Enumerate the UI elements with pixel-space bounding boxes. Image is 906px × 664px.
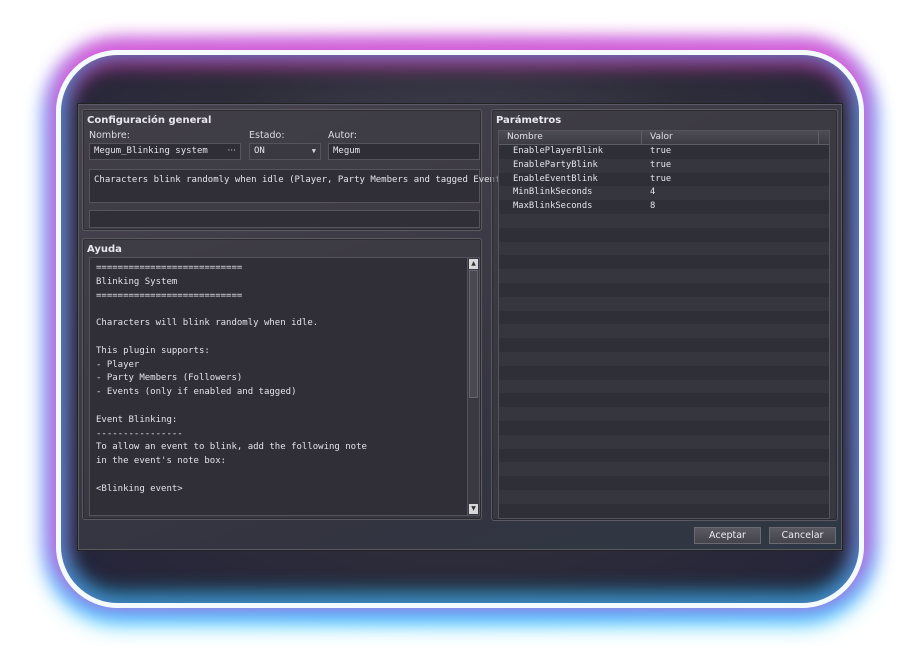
table-row-empty [499,283,829,297]
table-row[interactable]: EnablePlayerBlink true [499,145,829,159]
column-header-value[interactable]: Valor [642,131,819,144]
param-value-cell: true [650,173,672,184]
extra-field[interactable] [89,210,480,228]
param-value-cell: true [650,159,672,170]
status-label: Estado: [249,130,285,141]
general-config-title: Configuración general [87,115,212,126]
table-row[interactable]: EnablePartyBlink true [499,159,829,173]
param-name-cell: EnablePlayerBlink [513,146,604,156]
accept-button[interactable]: Aceptar [694,527,761,544]
table-row-empty [499,366,829,380]
table-row-empty [499,228,829,242]
help-text-area[interactable]: =========================== Blinking Sys… [89,257,480,516]
table-row-empty [499,255,829,269]
author-value: Megum [333,146,361,156]
table-row-empty [499,242,829,256]
param-value-cell: 4 [650,187,656,198]
table-row-empty [499,269,829,283]
general-config-panel: Configuración general Nombre: Megum_Blin… [82,109,517,231]
name-browse-button[interactable]: ··· [227,144,236,159]
table-row-empty [499,435,829,449]
help-text: =========================== Blinking Sys… [96,263,367,515]
author-label: Autor: [328,130,357,141]
table-row-empty [499,490,829,504]
param-name-cell: MaxBlinkSeconds [513,201,593,212]
table-row-empty [499,449,829,463]
table-row[interactable]: EnableEventBlink true [499,173,829,187]
author-field[interactable]: Megum [328,143,480,160]
table-header: Nombre Valor [499,131,829,145]
description-field[interactable]: Characters blink randomly when idle (Pla… [89,169,517,203]
status-select[interactable]: ON ▼ [249,143,321,160]
table-row-empty [499,338,829,352]
table-row-empty [499,311,829,325]
table-row-empty [499,421,829,435]
cancel-button[interactable]: Cancelar [769,527,836,544]
name-value: Megum_Blinking system [94,146,208,156]
help-scrollbar[interactable]: ▲ ▼ [467,258,479,515]
table-row-empty [499,476,829,490]
scroll-up-arrow-icon[interactable]: ▲ [469,259,478,269]
scroll-thumb[interactable] [469,270,478,398]
status-value: ON [254,146,265,156]
parameters-table: Nombre Valor EnablePlayerBlink true Enable… [498,130,830,519]
table-row-empty [499,407,829,421]
parameters-panel: Parámetros Nombre Valor EnablePlayerBlin… [491,109,838,521]
table-row-empty [499,297,829,311]
table-row[interactable]: MinBlinkSeconds 4 [499,186,829,200]
plugin-settings-dialog: Configuración general Nombre: Megum_Blin… [78,104,842,550]
param-value-cell: true [650,146,672,156]
dropdown-arrow-icon: ▼ [311,147,316,155]
name-field[interactable]: Megum_Blinking system ··· [89,143,241,160]
table-row-empty [499,324,829,338]
param-name-cell: EnableEventBlink [513,173,598,184]
help-title: Ayuda [87,244,122,255]
table-row-empty [499,214,829,228]
column-header-name[interactable]: Nombre [499,131,642,144]
param-value-cell: 8 [650,201,656,212]
table-row-empty [499,393,829,407]
name-label: Nombre: [89,130,130,141]
scroll-down-arrow-icon[interactable]: ▼ [469,504,478,514]
table-row-empty [499,504,829,518]
param-name-cell: MinBlinkSeconds [513,187,593,198]
table-row-empty [499,462,829,476]
table-row[interactable]: MaxBlinkSeconds 8 [499,200,829,214]
parameters-title: Parámetros [496,115,562,126]
description-text: Characters blink randomly when idle (Pla… [94,175,517,185]
table-row-empty [499,380,829,394]
param-name-cell: EnablePartyBlink [513,159,598,170]
table-row-empty [499,352,829,366]
help-panel: Ayuda =========================== Blinki… [82,238,482,520]
